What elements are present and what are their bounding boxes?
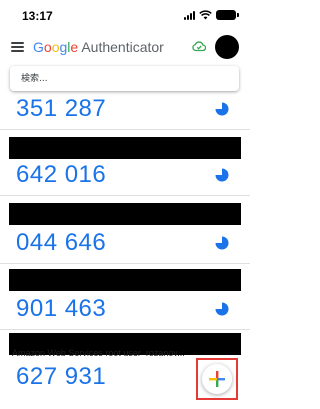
otp-code[interactable]: 044 646 <box>16 229 106 257</box>
divider <box>0 129 250 130</box>
battery-icon <box>216 10 239 20</box>
app-name: Authenticator <box>81 39 164 55</box>
account-name-redaction <box>9 203 241 225</box>
add-icon <box>209 371 225 387</box>
countdown-timer-icon <box>215 168 229 182</box>
divider <box>0 195 250 196</box>
divider <box>0 329 250 330</box>
countdown-timer-icon <box>215 236 229 250</box>
account-name-redaction <box>9 269 241 291</box>
status-icons <box>184 10 239 20</box>
countdown-timer-icon <box>215 102 229 116</box>
otp-code[interactable]: 642 016 <box>16 161 106 189</box>
otp-code[interactable]: 627 931 <box>16 363 106 391</box>
menu-icon[interactable] <box>11 42 24 52</box>
divider <box>0 263 250 264</box>
search-box[interactable] <box>10 66 239 91</box>
account-label-partial: Amazon Web Services root user_rozanov... <box>12 349 185 357</box>
search-input[interactable] <box>10 66 239 91</box>
otp-code[interactable]: 351 287 <box>16 95 106 123</box>
cellular-signal-icon <box>184 10 195 20</box>
account-avatar[interactable] <box>215 35 239 59</box>
countdown-timer-icon <box>215 302 229 316</box>
status-bar: 13:17 <box>0 0 250 32</box>
app-header: Google Authenticator <box>0 32 250 62</box>
add-account-button[interactable] <box>202 364 232 394</box>
app-logo: Google Authenticator <box>33 39 164 55</box>
wifi-icon <box>199 10 212 20</box>
otp-code[interactable]: 901 463 <box>16 295 106 323</box>
status-time: 13:17 <box>22 9 53 23</box>
cloud-sync-icon[interactable] <box>192 40 206 52</box>
account-name-redaction <box>9 137 241 159</box>
